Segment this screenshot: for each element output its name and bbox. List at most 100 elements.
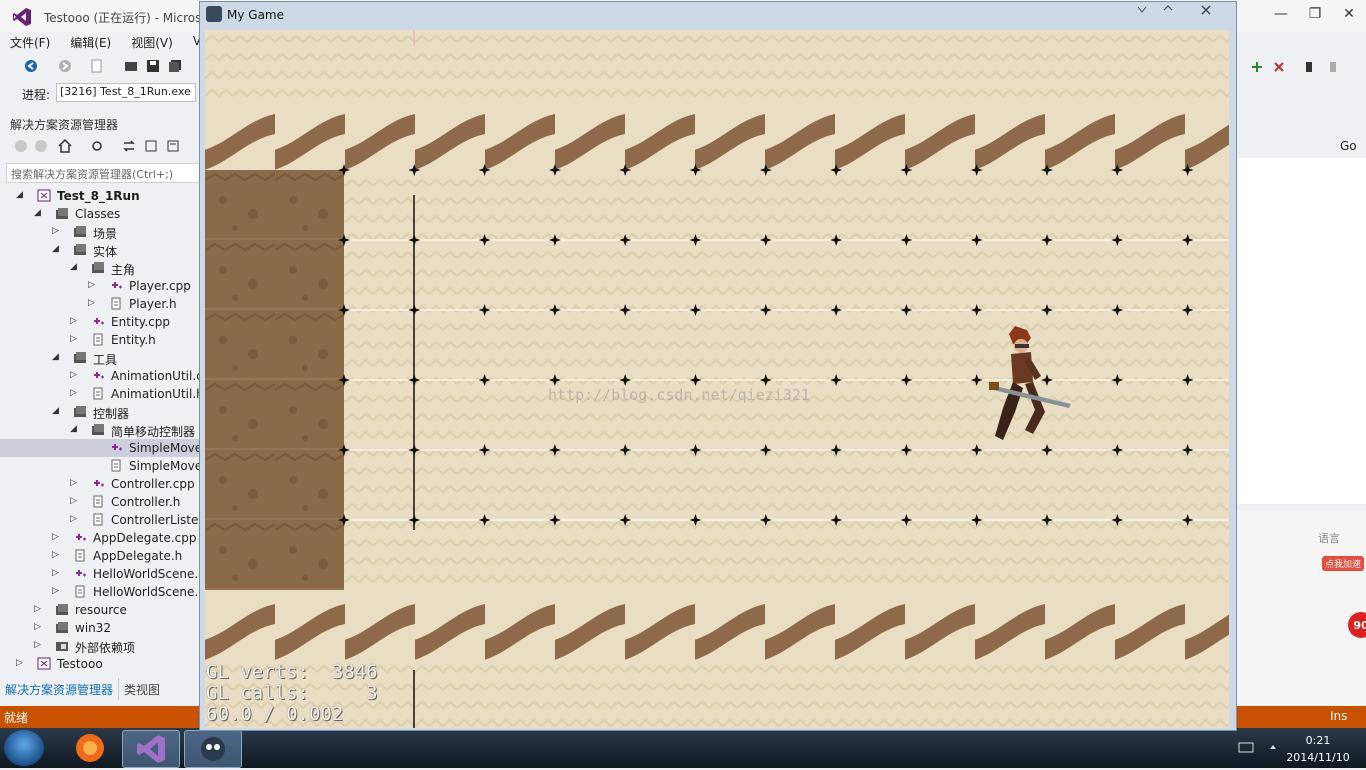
tree-node[interactable]: ▷ AnimationUtil.cpp — [0, 367, 200, 385]
header-file-icon — [73, 549, 87, 562]
tree-node[interactable]: ▷ Controller.cpp — [0, 475, 200, 493]
tree-node[interactable]: ▷ HelloWorldScene.h — [0, 583, 200, 601]
collapsed-arrow-icon[interactable]: ▷ — [52, 587, 60, 596]
tree-node-label: Entity.cpp — [111, 315, 170, 329]
collapsed-arrow-icon[interactable]: ▷ — [70, 335, 78, 344]
expanded-arrow-icon[interactable]: ◢ — [52, 407, 60, 416]
tree-node[interactable]: ◢ Test_8_1Run — [0, 187, 200, 205]
minimize-icon[interactable]: — — [1264, 0, 1298, 28]
collapsed-arrow-icon[interactable]: ▷ — [70, 515, 78, 524]
save-all-icon[interactable] — [168, 59, 182, 73]
start-button-icon[interactable] — [4, 730, 44, 766]
tree-node-label: win32 — [75, 621, 112, 635]
tab-class-view[interactable]: 类视图 — [118, 678, 165, 700]
collapsed-arrow-icon[interactable]: ▷ — [70, 389, 78, 398]
new-item-icon[interactable] — [90, 59, 104, 73]
tree-node-label: 外部依赖项 — [75, 641, 136, 655]
tree-node[interactable]: ▷ 外部依赖项 — [0, 637, 200, 656]
back-icon[interactable] — [14, 139, 28, 153]
speedup-ad-label[interactable]: 点我加速 — [1322, 556, 1365, 571]
next-bookmark-icon[interactable] — [1326, 60, 1340, 74]
game-canvas[interactable] — [205, 30, 1229, 728]
tray-expand-icon[interactable] — [1268, 742, 1278, 752]
refresh-icon[interactable] — [122, 139, 136, 153]
expanded-arrow-icon[interactable]: ◢ — [52, 245, 60, 254]
taskbar-app-browser[interactable] — [62, 730, 118, 766]
menu-file[interactable]: 文件(F) — [0, 32, 60, 52]
tree-node[interactable]: ▷ Player.cpp — [0, 277, 200, 295]
collapsed-arrow-icon[interactable]: ▷ — [88, 281, 96, 290]
keyboard-icon[interactable] — [1238, 740, 1254, 754]
tree-node[interactable]: ▷ HelloWorldScene.cpp — [0, 565, 200, 583]
collapsed-arrow-icon[interactable]: ▷ — [16, 659, 24, 668]
game-title-bar[interactable] — [200, 2, 1236, 28]
tree-node[interactable]: ◢ Classes — [0, 205, 200, 223]
tree-node[interactable]: ▷ win32 — [0, 619, 200, 637]
expanded-arrow-icon[interactable]: ◢ — [70, 425, 78, 434]
restore-icon[interactable]: ❐ — [1298, 0, 1332, 28]
back-icon[interactable] — [24, 59, 38, 73]
tree-node[interactable]: ▷ Player.h — [0, 295, 200, 313]
home-icon[interactable] — [58, 139, 72, 153]
tree-node[interactable]: ▷ Entity.h — [0, 331, 200, 349]
menu-edit[interactable]: 编辑(E) — [60, 32, 121, 52]
tree-node[interactable]: ◢ 工具 — [0, 349, 200, 367]
game-minimize-icon[interactable] — [1163, 5, 1173, 11]
collapsed-arrow-icon[interactable]: ▷ — [52, 533, 60, 542]
open-file-icon[interactable] — [124, 59, 138, 73]
save-icon[interactable] — [146, 59, 160, 73]
tree-node[interactable]: ▷ 场景 — [0, 223, 200, 241]
tree-node[interactable]: ▷ Entity.cpp — [0, 313, 200, 331]
collapsed-arrow-icon[interactable]: ▷ — [70, 497, 78, 506]
solution-explorer-search-input[interactable]: 搜索解决方案资源管理器(Ctrl+;) — [6, 163, 200, 183]
collapsed-arrow-icon[interactable]: ▷ — [52, 551, 60, 560]
collapsed-arrow-icon[interactable]: ▷ — [34, 641, 42, 650]
tree-node[interactable]: SimpleMoveController.h — [0, 457, 200, 475]
tree-node[interactable]: ◢ 简单移动控制器 — [0, 421, 200, 439]
tree-node[interactable]: ▷ resource — [0, 601, 200, 619]
tree-node[interactable]: ◢ 实体 — [0, 241, 200, 259]
game-close-icon[interactable] — [1201, 5, 1211, 15]
tree-node[interactable]: ▷ ControllerListener.h — [0, 511, 200, 529]
tree-node[interactable]: ▷ AppDelegate.h — [0, 547, 200, 565]
taskbar-app-visual-studio[interactable] — [122, 730, 180, 768]
bookmark-add-icon[interactable] — [1250, 60, 1264, 74]
collapsed-arrow-icon[interactable]: ▷ — [70, 371, 78, 380]
tree-node[interactable]: ▷ AppDelegate.cpp — [0, 529, 200, 547]
menu-view[interactable]: 视图(V) — [121, 32, 183, 52]
sync-icon[interactable] — [90, 139, 104, 153]
tree-node-label: AnimationUtil.cpp — [111, 369, 200, 383]
forward-icon[interactable] — [34, 139, 48, 153]
taskbar-app-game[interactable] — [184, 730, 242, 768]
tree-node-label: SimpleMoveController.h — [129, 459, 200, 473]
tree-node[interactable]: ▷ Controller.h — [0, 493, 200, 511]
tree-node[interactable]: ▷ AnimationUtil.h — [0, 385, 200, 403]
tree-node[interactable]: ◢ 主角 — [0, 259, 200, 277]
collapsed-arrow-icon[interactable]: ▷ — [52, 227, 60, 236]
tab-solution-explorer[interactable]: 解决方案资源管理器 — [0, 678, 118, 700]
properties-icon[interactable] — [166, 139, 180, 153]
collapsed-arrow-icon[interactable]: ▷ — [88, 299, 96, 308]
collapsed-arrow-icon[interactable]: ▷ — [52, 569, 60, 578]
game-menu-icon[interactable] — [1137, 6, 1147, 13]
tree-node[interactable]: ◢ 控制器 — [0, 403, 200, 421]
expanded-arrow-icon[interactable]: ◢ — [34, 209, 42, 218]
expanded-arrow-icon[interactable]: ◢ — [16, 191, 24, 200]
collapsed-arrow-icon[interactable]: ▷ — [34, 623, 42, 632]
bookmark-icon[interactable] — [1302, 60, 1316, 74]
tree-node[interactable]: ▷ Testooo — [0, 655, 200, 673]
expanded-arrow-icon[interactable]: ◢ — [70, 263, 78, 272]
tree-node[interactable]: SimpleMoveController.cpp — [0, 439, 200, 457]
process-dropdown[interactable]: [3216] Test_8_1Run.exe — [56, 83, 196, 102]
collapse-all-icon[interactable] — [144, 139, 158, 153]
collapsed-arrow-icon[interactable]: ▷ — [70, 317, 78, 326]
collapsed-arrow-icon[interactable]: ▷ — [70, 479, 78, 488]
forward-icon[interactable] — [58, 59, 72, 73]
bookmark-remove-icon[interactable] — [1272, 60, 1286, 74]
close-icon[interactable]: ✕ — [1332, 0, 1366, 28]
collapsed-arrow-icon[interactable]: ▷ — [34, 605, 42, 614]
go-button[interactable]: Go — [1340, 139, 1357, 153]
clock-time[interactable]: 0:21 — [1296, 734, 1340, 747]
clock-date[interactable]: 2014/11/10 — [1286, 751, 1350, 764]
expanded-arrow-icon[interactable]: ◢ — [52, 353, 60, 362]
